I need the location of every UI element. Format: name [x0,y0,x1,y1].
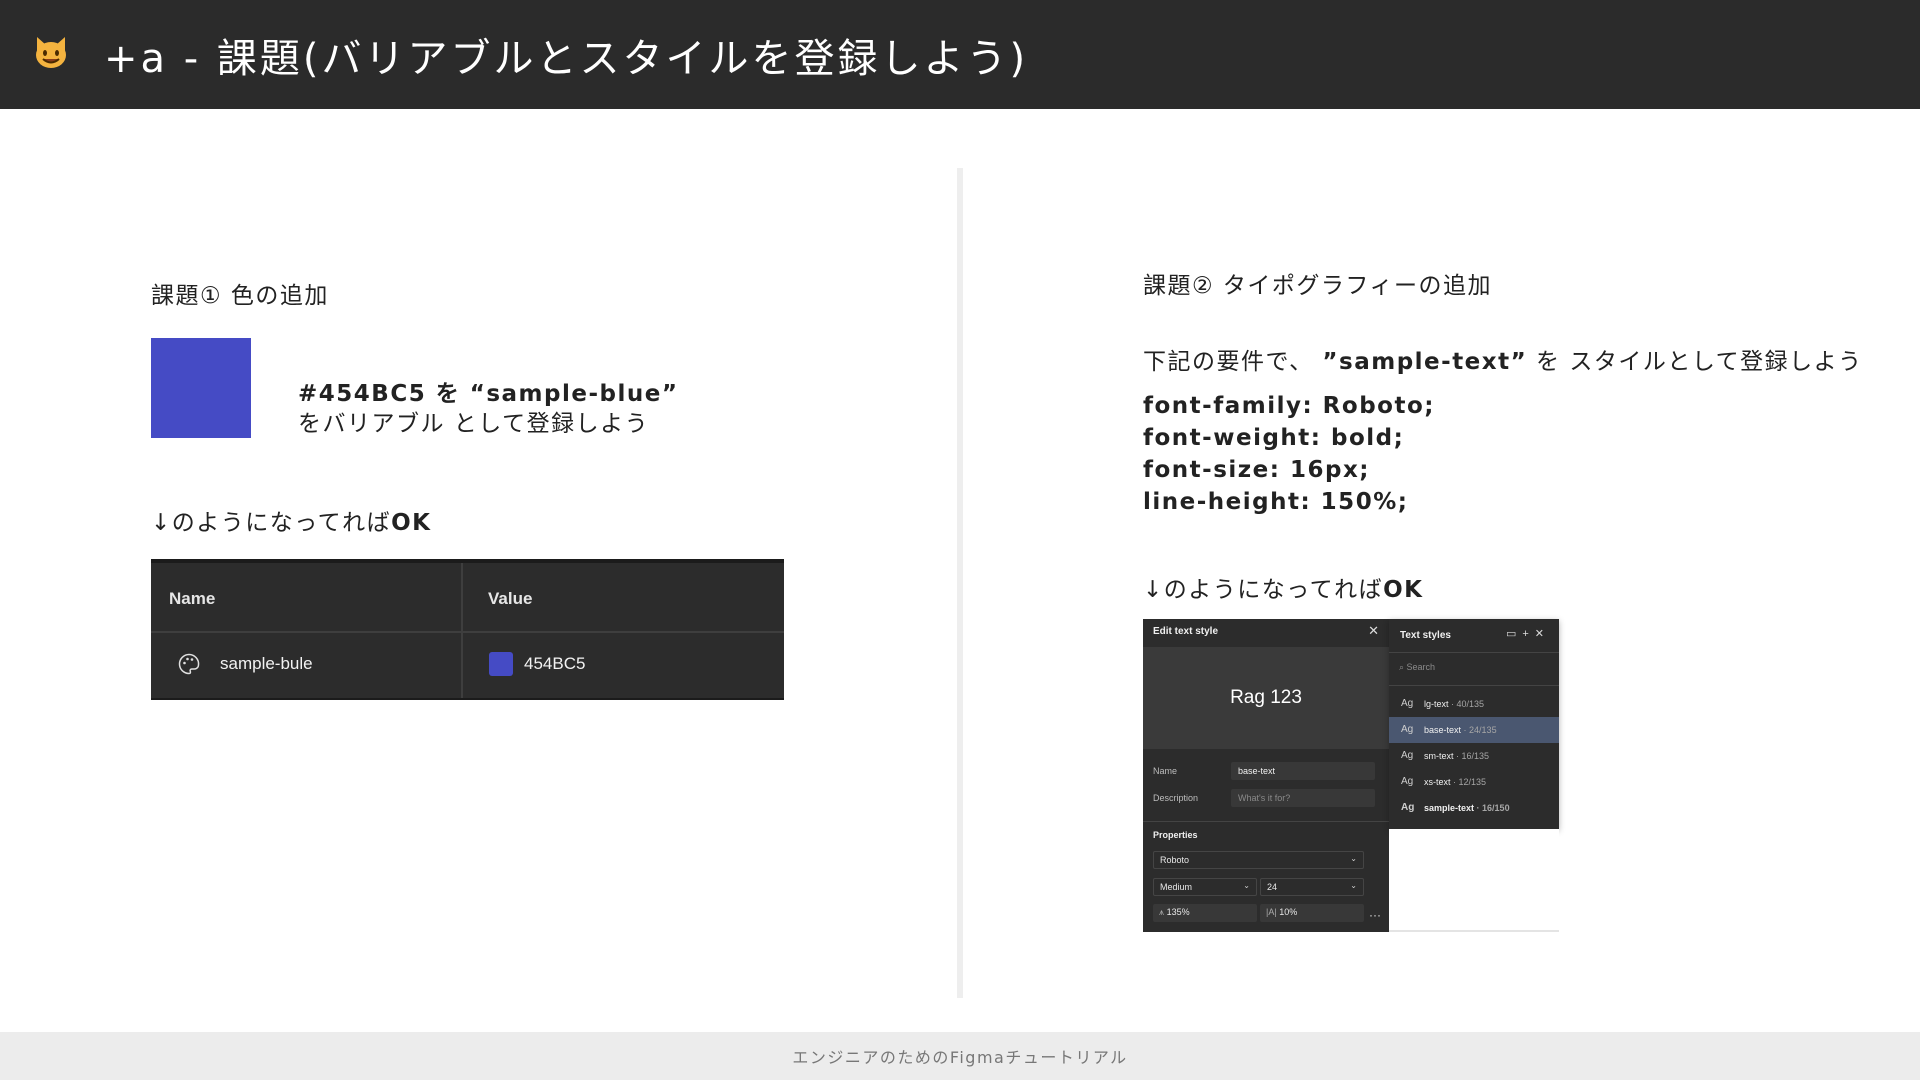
table-row-divider [151,631,784,633]
variable-name[interactable]: sample-bule [220,654,313,674]
divider [1389,685,1559,686]
spec-line: font-weight: bold; [1143,425,1405,451]
task2-requirement: 下記の要件で、 ”sample-text” を スタイルとして登録しよう [1143,349,1863,375]
task1-ok-note: ↓のようになってればOK [151,510,432,536]
table-header-value: Value [488,589,533,608]
chevron-down-icon: ⌄ [1243,881,1250,890]
close-icon[interactable]: ✕ [1535,628,1550,640]
typography-spec: font-family: Roboto; font-weight: bold; … [1143,390,1435,518]
divider [1389,652,1559,653]
description-field[interactable]: What's it for? [1231,789,1375,807]
letter-spacing-input[interactable]: |A| 10% [1260,904,1364,922]
panel-backdrop [1389,829,1559,932]
styles-search[interactable]: ⌕ Search [1399,662,1435,673]
text-style-item-selected[interactable]: Ag base-text · 24/135 [1389,717,1559,743]
task1-instruction-line2: をバリアブル として登録しよう [298,411,650,437]
task2-ok-note: ↓のようになってればOK [1143,577,1424,603]
text-style-item[interactable]: Ag lg-text · 40/135 [1389,691,1559,717]
name-label: Name [1153,766,1178,776]
close-icon[interactable]: ✕ [1368,623,1379,639]
divider [1143,821,1389,822]
task2-heading: 課題② タイポグラフィーの追加 [1143,273,1492,299]
variable-value[interactable]: 454BC5 [524,654,585,674]
text-style-item[interactable]: Ag xs-text · 12/135 [1389,769,1559,795]
chevron-down-icon: ⌄ [1350,881,1357,890]
line-height-icon: ⩚ [1159,907,1167,917]
styles-panel-title: Text styles [1400,630,1451,641]
text-styles-panel: Text styles ▭+✕ ⌕ Search Ag lg-text · 40/… [1389,619,1559,829]
variable-color-chip[interactable] [489,652,513,676]
footer: エンジニアのためのFigmaチュートリアル [0,1032,1920,1080]
page-title: +a - 課題(バリアブルとスタイルを登録しよう) [104,36,1029,82]
line-height-input[interactable]: ⩚ 135% [1153,904,1257,922]
properties-label: Properties [1153,830,1198,840]
description-label: Description [1153,793,1199,803]
column-divider [957,168,963,998]
plus-icon[interactable]: + [1522,628,1534,640]
font-size-select[interactable]: 24 ⌄ [1260,878,1364,896]
color-swatch [151,338,251,438]
text-style-item[interactable]: Ag sm-text · 16/135 [1389,743,1559,769]
edit-panel-title: Edit text style [1153,626,1219,637]
library-icon[interactable]: ▭ [1506,628,1522,640]
palette-icon [178,653,200,675]
task1-heading: 課題① 色の追加 [151,283,329,309]
cat-face-icon [36,37,66,68]
text-preview: Rag 123 [1143,647,1389,749]
more-options-icon[interactable]: ··· [1369,908,1381,922]
spec-line: line-height: 150%; [1143,489,1409,515]
search-icon: ⌕ [1399,662,1407,672]
task1-instruction-line1: #454BC5 を “sample-blue” [298,381,679,407]
spec-line: font-family: Roboto; [1143,393,1435,419]
panel-actions: ▭+✕ [1506,627,1550,640]
spec-line: font-size: 16px; [1143,457,1370,483]
font-weight-select[interactable]: Medium ⌄ [1153,878,1257,896]
table-header-name: Name [169,589,216,608]
variables-table: Name Value sample-bule 454BC5 [151,559,784,700]
font-family-select[interactable]: Roboto ⌄ [1153,851,1364,869]
chevron-down-icon: ⌄ [1350,854,1357,863]
header-bar: +a - 課題(バリアブルとスタイルを登録しよう) [0,0,1920,109]
name-field[interactable]: base-text [1231,762,1375,780]
footer-text: エンジニアのためのFigmaチュートリアル [792,1048,1128,1067]
edit-text-style-panel: Edit text style ✕ Rag 123 Name base-text… [1143,619,1389,932]
text-style-item-sample[interactable]: Ag sample-text · 16/150 [1389,795,1559,821]
letter-spacing-icon: |A| [1266,907,1280,917]
